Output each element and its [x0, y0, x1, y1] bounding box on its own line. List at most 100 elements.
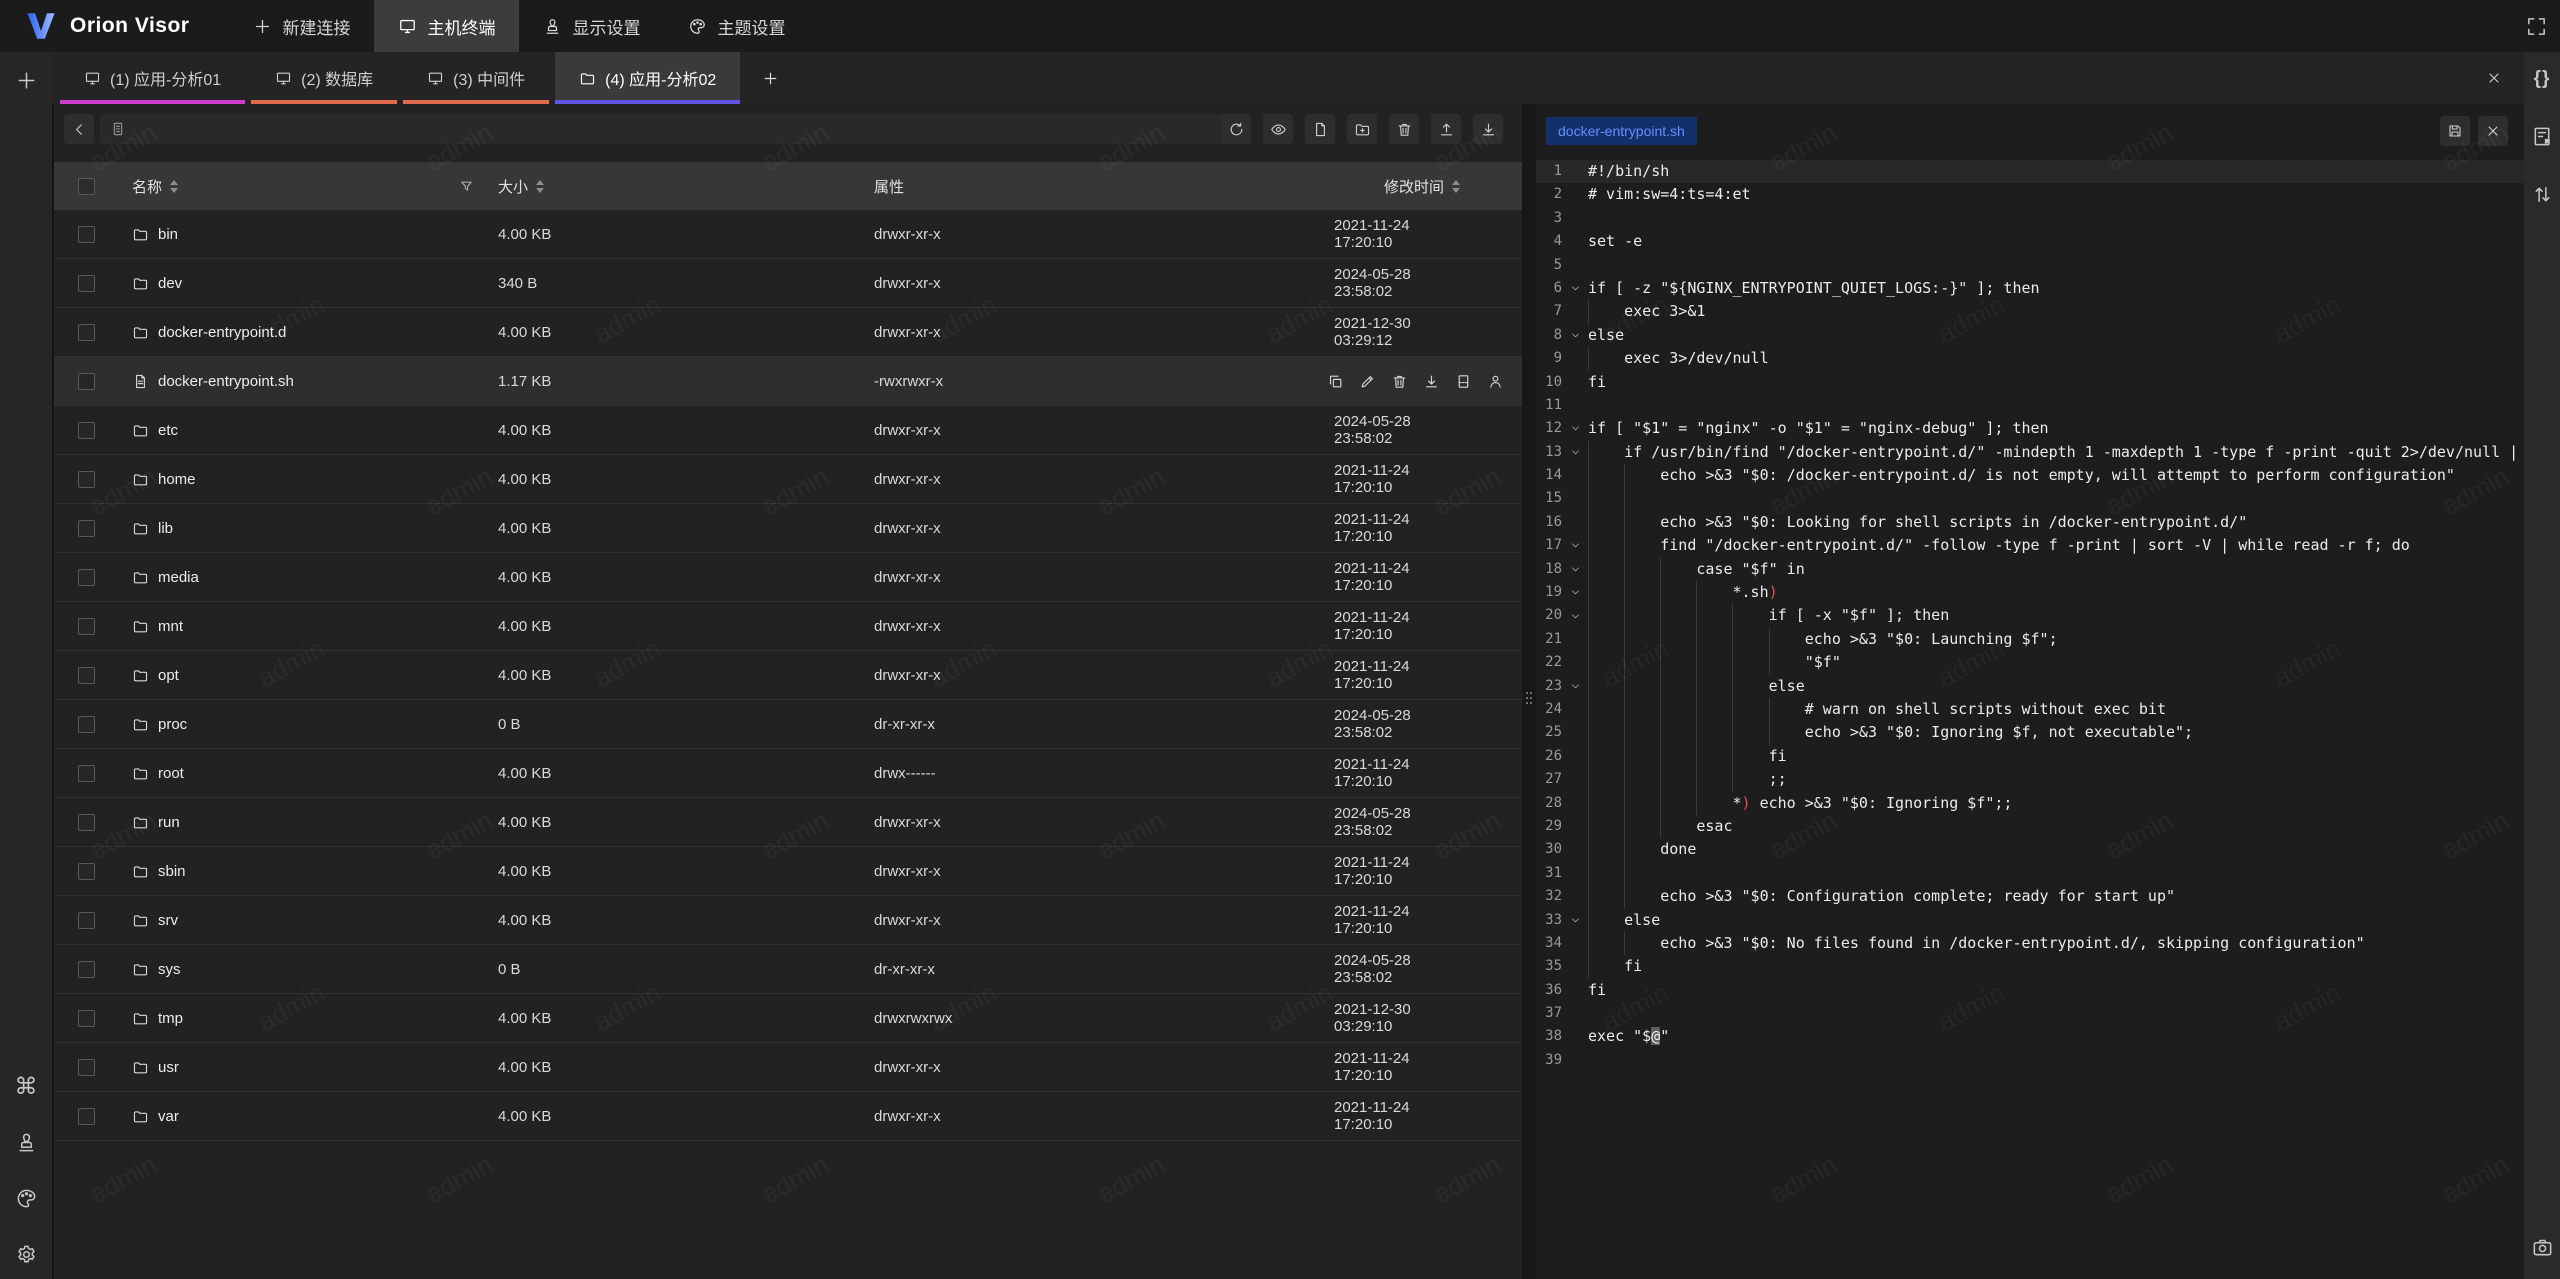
row-checkbox[interactable]: [78, 1108, 95, 1125]
close-editor-button[interactable]: [2478, 116, 2508, 146]
row-checkbox[interactable]: [78, 863, 95, 880]
code-line[interactable]: 23 else: [1536, 675, 2524, 698]
fold-chevron-icon[interactable]: [1562, 721, 1588, 744]
copy-icon[interactable]: [1327, 373, 1344, 390]
fold-chevron-icon[interactable]: [1562, 675, 1588, 698]
shortcuts-button[interactable]: ⌘: [12, 1072, 40, 1100]
sort-size[interactable]: [536, 180, 544, 193]
new-folder-button[interactable]: [1347, 114, 1377, 144]
refresh-button[interactable]: [1221, 114, 1251, 144]
code-line[interactable]: 6 if [ -z "${NGINX_ENTRYPOINT_QUIET_LOGS…: [1536, 277, 2524, 300]
row-checkbox[interactable]: [78, 814, 95, 831]
row-checkbox[interactable]: [78, 1010, 95, 1027]
fold-chevron-icon[interactable]: [1562, 1002, 1588, 1025]
fold-chevron-icon[interactable]: [1562, 207, 1588, 230]
code-line[interactable]: 11: [1536, 394, 2524, 417]
fold-chevron-icon[interactable]: [1562, 487, 1588, 510]
brand[interactable]: Orion Visor: [0, 10, 189, 42]
session-tab-2[interactable]: (2) 数据库: [251, 52, 397, 104]
code-line[interactable]: 26 fi: [1536, 745, 2524, 768]
nav-item-stamp[interactable]: 显示设置: [519, 0, 664, 52]
table-row[interactable]: bin 4.00 KB drwxr-xr-x 2021-11-24 17:20:…: [54, 210, 1522, 259]
code-line[interactable]: 28 *) echo >&3 "$0: Ignoring $f";;: [1536, 792, 2524, 815]
nav-item-monitor[interactable]: 主机终端: [374, 0, 519, 52]
sort-mtime[interactable]: [1452, 180, 1460, 193]
select-all-checkbox[interactable]: [78, 178, 95, 195]
table-row[interactable]: opt 4.00 KB drwxr-xr-x 2021-11-24 17:20:…: [54, 651, 1522, 700]
row-checkbox[interactable]: [78, 226, 95, 243]
file-name[interactable]: usr: [158, 1059, 179, 1076]
code-line[interactable]: 4 set -e: [1536, 230, 2524, 253]
fold-chevron-icon[interactable]: [1562, 254, 1588, 277]
table-row[interactable]: docker-entrypoint.sh 1.17 KB -rwxrwxr-x: [54, 357, 1522, 406]
table-row[interactable]: lib 4.00 KB drwxr-xr-x 2021-11-24 17:20:…: [54, 504, 1522, 553]
close-panel-button[interactable]: [2486, 52, 2502, 104]
file-name[interactable]: sbin: [158, 863, 186, 880]
session-tab-4[interactable]: (4) 应用-分析02: [555, 52, 740, 104]
file-name[interactable]: lib: [158, 520, 173, 537]
fold-chevron-icon[interactable]: [1562, 160, 1588, 183]
row-checkbox[interactable]: [78, 324, 95, 341]
file-name[interactable]: dev: [158, 275, 182, 292]
code-line[interactable]: 38 exec "$@": [1536, 1025, 2524, 1048]
code-line[interactable]: 32 echo >&3 "$0: Configuration complete;…: [1536, 885, 2524, 908]
fold-chevron-icon[interactable]: [1562, 628, 1588, 651]
fold-chevron-icon[interactable]: [1562, 651, 1588, 674]
table-row[interactable]: etc 4.00 KB drwxr-xr-x 2024-05-28 23:58:…: [54, 406, 1522, 455]
braces-button[interactable]: {}: [2528, 64, 2556, 92]
filter-icon[interactable]: [459, 179, 474, 194]
fold-chevron-icon[interactable]: [1562, 183, 1588, 206]
file-name[interactable]: root: [158, 765, 184, 782]
file-name[interactable]: media: [158, 569, 199, 586]
file-name[interactable]: docker-entrypoint.d: [158, 324, 286, 341]
add-button[interactable]: [12, 66, 40, 94]
fold-chevron-icon[interactable]: [1562, 324, 1588, 347]
table-row[interactable]: tmp 4.00 KB drwxrwxrwx 2021-12-30 03:29:…: [54, 994, 1522, 1043]
fold-chevron-icon[interactable]: [1562, 932, 1588, 955]
fold-chevron-icon[interactable]: [1562, 909, 1588, 932]
path-input[interactable]: [100, 114, 1228, 144]
show-hidden-button[interactable]: [1263, 114, 1293, 144]
fold-chevron-icon[interactable]: [1562, 277, 1588, 300]
code-line[interactable]: 35 fi: [1536, 955, 2524, 978]
settings-button[interactable]: [12, 1240, 40, 1268]
session-tab-3[interactable]: (3) 中间件: [403, 52, 549, 104]
code-line[interactable]: 30 done: [1536, 838, 2524, 861]
code-line[interactable]: 2 # vim:sw=4:ts=4:et: [1536, 183, 2524, 206]
theme-settings-button[interactable]: [12, 1184, 40, 1212]
fold-chevron-icon[interactable]: [1562, 885, 1588, 908]
sort-name[interactable]: [170, 180, 178, 193]
code-line[interactable]: 21 echo >&3 "$0: Launching $f";: [1536, 628, 2524, 651]
row-checkbox[interactable]: [78, 765, 95, 782]
edit-icon[interactable]: [1359, 373, 1376, 390]
file-name[interactable]: mnt: [158, 618, 183, 635]
fold-chevron-icon[interactable]: [1562, 604, 1588, 627]
fold-chevron-icon[interactable]: [1562, 230, 1588, 253]
fold-chevron-icon[interactable]: [1562, 417, 1588, 440]
code-line[interactable]: 15: [1536, 487, 2524, 510]
code-line[interactable]: 19 *.sh): [1536, 581, 2524, 604]
code-line[interactable]: 12 if [ "$1" = "nginx" -o "$1" = "nginx-…: [1536, 417, 2524, 440]
file-name[interactable]: etc: [158, 422, 178, 439]
fold-chevron-icon[interactable]: [1562, 698, 1588, 721]
fold-chevron-icon[interactable]: [1562, 955, 1588, 978]
fold-chevron-icon[interactable]: [1562, 815, 1588, 838]
table-row[interactable]: srv 4.00 KB drwxr-xr-x 2021-11-24 17:20:…: [54, 896, 1522, 945]
session-tab-1[interactable]: (1) 应用-分析01: [60, 52, 245, 104]
table-row[interactable]: dev 340 B drwxr-xr-x 2024-05-28 23:58:02: [54, 259, 1522, 308]
row-checkbox[interactable]: [78, 520, 95, 537]
fold-chevron-icon[interactable]: [1562, 838, 1588, 861]
delete-button[interactable]: [1389, 114, 1419, 144]
fold-chevron-icon[interactable]: [1562, 581, 1588, 604]
fold-chevron-icon[interactable]: [1562, 464, 1588, 487]
table-row[interactable]: var 4.00 KB drwxr-xr-x 2021-11-24 17:20:…: [54, 1092, 1522, 1141]
file-bookmark-button[interactable]: [2528, 122, 2556, 150]
fold-chevron-icon[interactable]: [1562, 1049, 1588, 1072]
fold-chevron-icon[interactable]: [1562, 768, 1588, 791]
row-checkbox[interactable]: [78, 716, 95, 733]
row-checkbox[interactable]: [78, 1059, 95, 1076]
permission-icon[interactable]: [1487, 373, 1504, 390]
table-row[interactable]: mnt 4.00 KB drwxr-xr-x 2021-11-24 17:20:…: [54, 602, 1522, 651]
table-row[interactable]: root 4.00 KB drwx------ 2021-11-24 17:20…: [54, 749, 1522, 798]
code-line[interactable]: 31: [1536, 862, 2524, 885]
